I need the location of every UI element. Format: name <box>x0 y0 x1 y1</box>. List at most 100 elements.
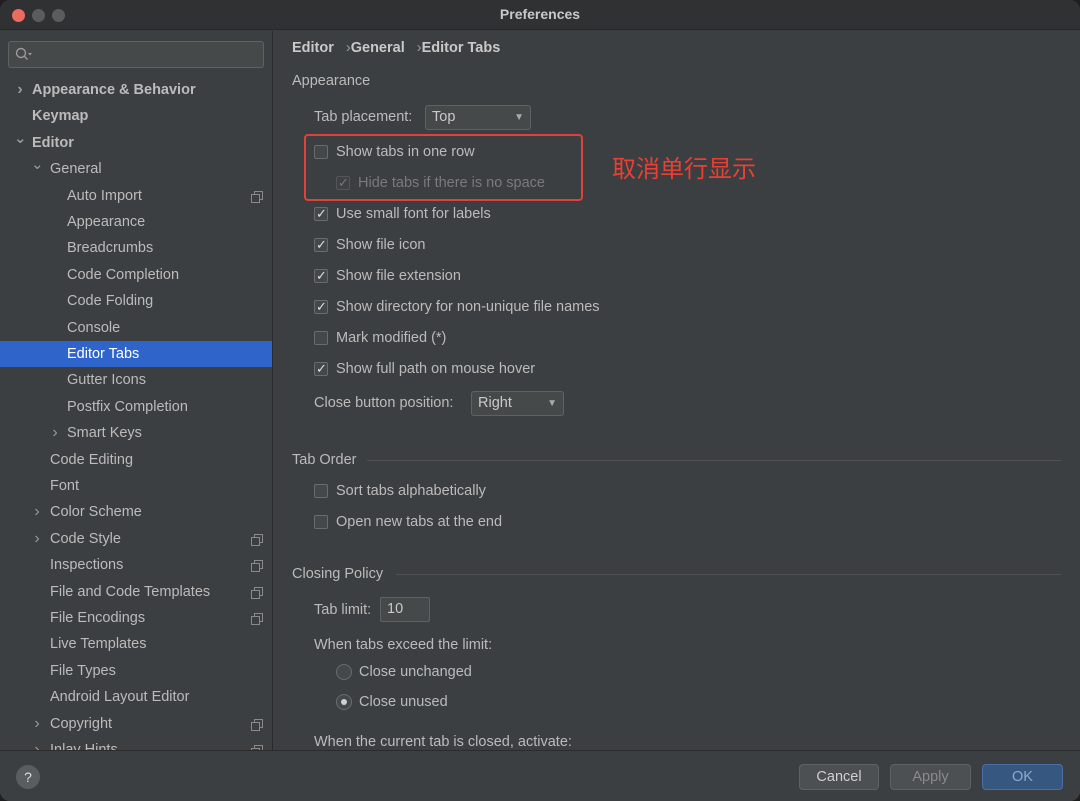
sidebar-item-label: Color Scheme <box>50 504 142 521</box>
sidebar-item[interactable]: Code Folding <box>0 288 272 314</box>
chevron-right-icon[interactable]: › <box>14 77 26 103</box>
tab-limit-input[interactable]: 10 <box>380 597 430 622</box>
option-label: Show file extension <box>336 268 461 284</box>
sidebar-item-label: Breadcrumbs <box>67 240 154 257</box>
exceed-limit-radio-label: Close unused <box>359 694 448 710</box>
settings-sidebar: › Appearance & Behavior Keymap ⌄ Editor ⌄ Gene… <box>0 31 273 750</box>
close-button-position-value: Right <box>478 395 512 411</box>
tab-order-checkbox[interactable] <box>314 515 328 529</box>
tab-placement-select[interactable]: Top ▼ <box>425 105 531 130</box>
section-divider <box>367 460 1061 461</box>
sidebar-item[interactable]: › Appearance & Behavior <box>0 77 272 103</box>
sidebar-item[interactable]: Live Templates <box>0 631 272 657</box>
sidebar-item-label: Auto Import <box>67 187 142 204</box>
sidebar-item-label: Font <box>50 478 80 494</box>
sidebar-item[interactable]: › Inlay Hints <box>0 737 272 750</box>
sidebar-item-label: Code Completion <box>67 266 180 283</box>
sidebar-item[interactable]: Gutter Icons <box>0 367 272 393</box>
help-button[interactable]: ? <box>16 765 40 789</box>
option-checkbox[interactable] <box>314 266 328 288</box>
cancel-button[interactable]: Cancel <box>799 764 879 790</box>
sidebar-item-label: Appearance & Behavior <box>32 82 196 98</box>
project-settings-icon <box>251 560 263 573</box>
annotation-text: 取消单行显示 <box>612 155 756 183</box>
tab-order-section-title: Tab Order <box>292 452 357 468</box>
sidebar-item[interactable]: Code Editing <box>0 447 272 473</box>
sidebar-item[interactable]: › Copyright <box>0 711 272 737</box>
breadcrumb: Editor ›General ›Editor Tabs <box>292 40 500 56</box>
search-input[interactable] <box>8 41 264 68</box>
project-settings-icon <box>251 613 263 625</box>
preferences-window: Preferences › Appearance & Behavior Keymap… <box>0 0 1080 801</box>
sidebar-item[interactable]: File Encodings <box>0 605 272 631</box>
exceed-limit-radio-label: Close unchanged <box>359 664 472 680</box>
sidebar-item[interactable]: › Smart Keys <box>0 420 272 446</box>
chevron-right-icon[interactable]: › <box>31 711 43 737</box>
option-checkbox[interactable] <box>314 204 328 226</box>
exceed-limit-radio[interactable] <box>336 664 352 680</box>
chevron-right-icon[interactable]: › <box>31 499 43 525</box>
chevron-right-icon[interactable]: › <box>31 737 43 750</box>
sidebar-item-label: Live Templates <box>50 636 147 653</box>
exceed-limit-radio[interactable] <box>336 694 352 710</box>
chevron-down-icon: ▼ <box>547 398 557 409</box>
sidebar-item[interactable]: Appearance <box>0 209 272 235</box>
option-label: Show directory for non-unique file names <box>336 299 600 315</box>
current-closed-label: When the current tab is closed, activate… <box>314 734 572 750</box>
breadcrumb-general[interactable]: General <box>351 40 405 56</box>
sidebar-item-label: Copyright <box>50 715 113 732</box>
option-label: Use small font for labels <box>336 206 491 222</box>
sidebar-item-label: Android Layout Editor <box>50 689 190 706</box>
sidebar-item[interactable]: Console <box>0 315 272 341</box>
sidebar-item-label: Keymap <box>32 108 89 125</box>
close-button-position-label: Close button position: <box>314 395 454 411</box>
close-button-position-select[interactable]: Right ▼ <box>471 391 564 416</box>
sidebar-item[interactable]: Breadcrumbs <box>0 235 272 261</box>
sidebar-item-label: Code Style <box>50 530 121 547</box>
breadcrumb-editor-tabs: Editor Tabs <box>421 40 501 56</box>
sidebar-item[interactable]: ⌄ General <box>0 156 272 182</box>
option-label: Mark modified (*) <box>336 330 447 346</box>
sidebar-item[interactable]: Editor Tabs <box>0 341 272 367</box>
sidebar-item[interactable]: › Color Scheme <box>0 499 272 525</box>
project-settings-icon <box>251 586 263 599</box>
sidebar-item[interactable]: Code Completion <box>0 262 272 288</box>
chevron-down-icon: ▼ <box>514 112 524 123</box>
sidebar-item-label: Console <box>67 319 121 336</box>
sidebar-item-label: Editor Tabs <box>67 346 140 362</box>
sidebar-item-label: File Types <box>50 662 116 679</box>
chevron-down-icon[interactable]: ⌄ <box>14 126 27 152</box>
breadcrumb-editor[interactable]: Editor <box>292 40 334 56</box>
sidebar-item[interactable]: Android Layout Editor <box>0 684 272 710</box>
sidebar-item[interactable]: Keymap <box>0 103 272 129</box>
sidebar-item-label: Code Folding <box>67 293 154 310</box>
tab-order-label: Open new tabs at the end <box>336 514 503 530</box>
apply-button[interactable]: Apply <box>890 764 971 790</box>
exceed-limit-label: When tabs exceed the limit: <box>314 637 493 653</box>
sidebar-item[interactable]: Postfix Completion <box>0 394 272 420</box>
sidebar-item[interactable]: File and Code Templates <box>0 579 272 605</box>
tab-placement-label: Tab placement: <box>314 109 413 125</box>
option-label: Show full path on mouse hover <box>336 361 536 377</box>
chevron-right-icon[interactable]: › <box>49 420 61 446</box>
sidebar-item[interactable]: File Types <box>0 658 272 684</box>
sidebar-item[interactable]: › Code Style <box>0 526 272 552</box>
tab-order-label: Sort tabs alphabetically <box>336 483 486 499</box>
tab-limit-label: Tab limit: <box>314 602 372 618</box>
option-checkbox[interactable] <box>314 359 328 381</box>
sidebar-item-label: Code Editing <box>50 451 134 468</box>
sidebar-item[interactable]: Font <box>0 473 272 499</box>
option-checkbox[interactable] <box>314 297 328 319</box>
chevron-right-icon[interactable]: › <box>31 526 43 552</box>
chevron-down-icon[interactable]: ⌄ <box>31 152 44 178</box>
option-checkbox[interactable] <box>314 235 328 257</box>
title-bar: Preferences <box>0 0 1080 30</box>
option-checkbox[interactable] <box>314 331 328 345</box>
ok-button[interactable]: OK <box>982 764 1063 790</box>
sidebar-item[interactable]: Auto Import <box>0 183 272 209</box>
tab-order-checkbox[interactable] <box>314 484 328 498</box>
sidebar-item[interactable]: Inspections <box>0 552 272 578</box>
sidebar-item-label: Postfix Completion <box>67 398 188 415</box>
sidebar-item-label: File Encodings <box>50 610 146 626</box>
sidebar-item-label: Smart Keys <box>67 425 142 442</box>
